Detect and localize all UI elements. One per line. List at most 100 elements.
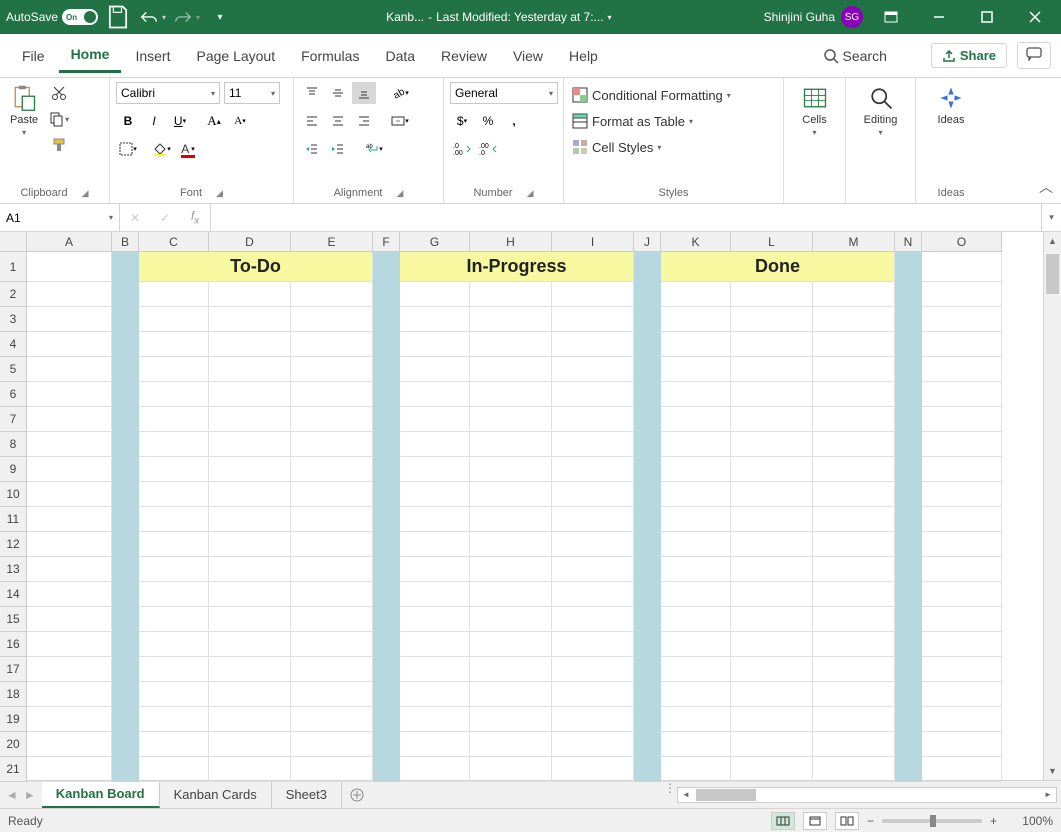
cell[interactable] [813, 357, 895, 382]
cell[interactable] [661, 582, 731, 607]
row-header[interactable]: 17 [0, 657, 27, 682]
column-header[interactable]: B [112, 232, 139, 252]
cell[interactable] [470, 532, 552, 557]
cell[interactable] [139, 407, 209, 432]
cell[interactable] [470, 482, 552, 507]
alignment-launcher-icon[interactable]: ◢ [397, 188, 404, 199]
cell[interactable] [139, 307, 209, 332]
cell[interactable] [470, 357, 552, 382]
cell[interactable] [27, 632, 112, 657]
cell[interactable] [139, 357, 209, 382]
clipboard-launcher-icon[interactable]: ◢ [82, 188, 89, 199]
cell[interactable] [661, 732, 731, 757]
cell[interactable] [291, 432, 373, 457]
cell[interactable] [922, 657, 1002, 682]
cell[interactable] [209, 282, 291, 307]
cell[interactable] [209, 407, 291, 432]
row-header[interactable]: 10 [0, 482, 27, 507]
cell[interactable] [27, 682, 112, 707]
cell[interactable] [27, 582, 112, 607]
cell[interactable] [552, 307, 634, 332]
ideas-button[interactable]: Ideas [922, 82, 980, 128]
cell[interactable] [209, 382, 291, 407]
cell[interactable] [470, 657, 552, 682]
hscroll-thumb[interactable] [696, 789, 756, 801]
row-header[interactable]: 14 [0, 582, 27, 607]
kanban-column-header[interactable]: In-Progress [400, 252, 634, 282]
expand-formula-bar-button[interactable]: ▾ [1041, 204, 1061, 231]
cell[interactable] [813, 482, 895, 507]
cell[interactable] [661, 407, 731, 432]
font-launcher-icon[interactable]: ◢ [216, 188, 223, 199]
cell[interactable] [731, 457, 813, 482]
minimize-button[interactable] [919, 0, 959, 34]
cell[interactable] [552, 707, 634, 732]
cell[interactable] [922, 732, 1002, 757]
cell[interactable] [27, 607, 112, 632]
cell[interactable] [291, 307, 373, 332]
cell[interactable] [661, 332, 731, 357]
cell[interactable] [731, 682, 813, 707]
cell[interactable] [291, 657, 373, 682]
format-as-table-button[interactable]: Format as Table▾ [570, 110, 777, 132]
cell[interactable] [139, 657, 209, 682]
cells-button[interactable]: Cells ▾ [790, 82, 839, 139]
column-header[interactable]: I [552, 232, 634, 252]
cell[interactable] [661, 682, 731, 707]
cell[interactable] [209, 607, 291, 632]
cell[interactable] [139, 607, 209, 632]
column-header[interactable]: F [373, 232, 400, 252]
share-button[interactable]: Share [931, 43, 1007, 68]
cell[interactable] [813, 532, 895, 557]
scroll-right-button[interactable]: ► [1040, 788, 1056, 802]
cell[interactable] [922, 757, 1002, 782]
font-name-combo[interactable]: Calibri▾ [116, 82, 220, 104]
cell[interactable] [400, 707, 470, 732]
row-header[interactable]: 5 [0, 357, 27, 382]
scroll-up-button[interactable]: ▲ [1044, 232, 1061, 250]
cell[interactable] [209, 732, 291, 757]
row-header[interactable]: 9 [0, 457, 27, 482]
cell[interactable] [27, 557, 112, 582]
cell[interactable] [27, 732, 112, 757]
cell[interactable] [661, 507, 731, 532]
cell[interactable] [922, 407, 1002, 432]
format-painter-button[interactable] [46, 134, 72, 156]
font-color-button[interactable]: A▾ [176, 138, 200, 160]
orientation-button[interactable]: ab▾ [388, 82, 412, 104]
cell[interactable] [731, 332, 813, 357]
cell[interactable] [291, 682, 373, 707]
cell[interactable] [552, 757, 634, 782]
add-sheet-button[interactable] [342, 781, 372, 808]
sheet-tab[interactable]: Sheet3 [272, 781, 342, 808]
cell[interactable] [813, 507, 895, 532]
cell[interactable] [922, 532, 1002, 557]
cell[interactable] [400, 432, 470, 457]
cell[interactable] [552, 457, 634, 482]
cell[interactable] [922, 682, 1002, 707]
cell[interactable] [291, 382, 373, 407]
cell[interactable] [813, 732, 895, 757]
cell[interactable] [922, 282, 1002, 307]
tab-home[interactable]: Home [59, 38, 122, 73]
cell[interactable] [27, 307, 112, 332]
cell[interactable] [552, 382, 634, 407]
zoom-in-button[interactable]: + [990, 814, 997, 828]
copy-button[interactable]: ▾ [46, 108, 72, 130]
cell[interactable] [400, 382, 470, 407]
font-size-combo[interactable]: 11▾ [224, 82, 280, 104]
cell[interactable] [139, 457, 209, 482]
wrap-text-button[interactable]: ab▾ [362, 138, 386, 160]
column-header[interactable]: J [634, 232, 661, 252]
cell[interactable] [291, 607, 373, 632]
cell[interactable] [813, 632, 895, 657]
cell[interactable] [661, 457, 731, 482]
sheet-tab[interactable]: Kanban Board [42, 781, 160, 808]
cell[interactable] [139, 732, 209, 757]
cell[interactable] [813, 707, 895, 732]
cell[interactable] [291, 632, 373, 657]
row-header[interactable]: 20 [0, 732, 27, 757]
cell[interactable] [552, 407, 634, 432]
sheet-tab[interactable]: Kanban Cards [160, 781, 272, 808]
cell[interactable] [731, 307, 813, 332]
